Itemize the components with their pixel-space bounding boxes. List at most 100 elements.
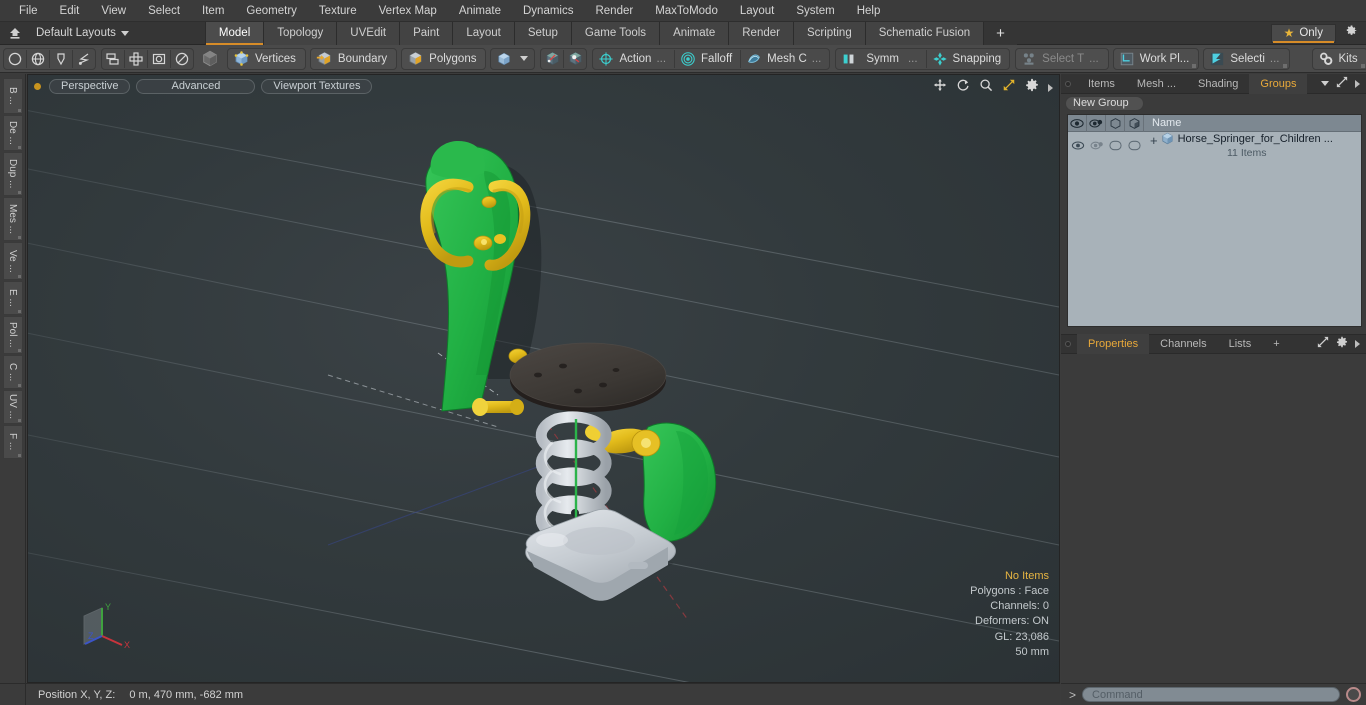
layout-tab-scripting[interactable]: Scripting [793, 21, 866, 45]
menu-item-layout[interactable]: Layout [729, 3, 786, 19]
falloff-button[interactable]: Falloff [675, 48, 740, 70]
row-shaded-toggle[interactable] [1125, 132, 1144, 158]
default-layouts-dropdown[interactable]: Default Layouts [26, 27, 137, 39]
rail-item-mesh-edit[interactable]: Mes ... [2, 197, 23, 241]
arrow-right-icon[interactable] [1355, 79, 1360, 88]
symmetry-button[interactable]: Symm ... [836, 48, 925, 70]
menu-item-edit[interactable]: Edit [49, 3, 91, 19]
shaded-cube-icon[interactable] [1125, 114, 1144, 132]
zoom-icon[interactable] [979, 78, 993, 97]
rail-item-uv[interactable]: UV ... [2, 390, 23, 424]
groups-tree[interactable]: Name + Horse_Springer_for_Children ... 1… [1067, 114, 1362, 327]
component-polygons-button[interactable]: Polygons [401, 47, 487, 70]
layout-tab-model[interactable]: Model [204, 21, 265, 45]
expand-arrow-icon[interactable] [1048, 83, 1053, 92]
panel-menu-dot-icon-2[interactable] [1065, 341, 1071, 347]
model-horse-springer[interactable] [28, 75, 1059, 682]
wire-cube-icon[interactable] [1106, 114, 1125, 132]
row-eye-icon[interactable] [1068, 132, 1087, 158]
layout-tab-uvedit[interactable]: UVEdit [337, 21, 401, 45]
fit-icon[interactable] [1002, 78, 1016, 97]
viewport-advanced-dropdown[interactable]: Advanced [136, 78, 256, 94]
rail-item-curve[interactable]: C ... [2, 355, 23, 389]
cube-small-icon[interactable] [493, 49, 515, 69]
menu-item-vertex-map[interactable]: Vertex Map [368, 3, 448, 19]
only-toggle-button[interactable]: ★ Only [1270, 23, 1336, 43]
mesh-constraint-button[interactable]: Mesh C ... [741, 48, 829, 70]
snapping-button[interactable]: Snapping [927, 48, 1010, 70]
layout-tab-topology[interactable]: Topology [264, 21, 338, 45]
chevron-down-icon[interactable] [515, 49, 532, 69]
rail-item-vertex[interactable]: Ve ... [2, 242, 23, 280]
tab-properties[interactable]: Properties [1077, 334, 1150, 354]
tab-add[interactable]: + [1262, 334, 1290, 354]
viewport-panel[interactable]: Perspective Advanced Viewport Textures N… [27, 74, 1060, 683]
layout-tab-render[interactable]: Render [729, 21, 794, 45]
circle-icon[interactable] [4, 49, 26, 69]
menu-item-render[interactable]: Render [584, 3, 644, 19]
row-content[interactable]: + Horse_Springer_for_Children ... 11 Ite… [1144, 132, 1361, 159]
selection-sets-button[interactable]: Selecti ... [1203, 47, 1290, 70]
rotate-icon[interactable] [956, 78, 970, 97]
menu-item-geometry[interactable]: Geometry [235, 3, 308, 19]
component-vertices-button[interactable]: Vertices [227, 47, 306, 70]
layout-tab-animate[interactable]: Animate [660, 21, 730, 45]
gear-icon[interactable] [1336, 335, 1348, 353]
menu-item-texture[interactable]: Texture [308, 3, 368, 19]
tab-lists[interactable]: Lists [1218, 334, 1263, 354]
chevron-down-icon[interactable] [1321, 81, 1329, 86]
kits-button[interactable]: Kits [1311, 47, 1366, 70]
expand-icon[interactable] [1317, 335, 1329, 353]
rail-item-edge[interactable]: E ... [2, 281, 23, 315]
groups-tree-body[interactable]: + Horse_Springer_for_Children ... 11 Ite… [1068, 132, 1361, 326]
menu-item-view[interactable]: View [90, 3, 137, 19]
layout-tab-game-tools[interactable]: Game Tools [571, 21, 661, 45]
box-select-icon[interactable] [102, 49, 124, 69]
menu-item-file[interactable]: File [8, 3, 49, 19]
circle-select-icon[interactable] [171, 49, 193, 69]
render-eye-icon[interactable] [1087, 114, 1106, 132]
eye-icon[interactable] [1068, 114, 1087, 132]
arrow-right-icon[interactable] [1355, 340, 1360, 348]
menu-item-select[interactable]: Select [137, 3, 191, 19]
command-input[interactable] [1082, 687, 1340, 702]
loop-select-icon[interactable] [148, 49, 170, 69]
orient-x-icon[interactable] [541, 49, 563, 69]
connected-select-icon[interactable] [125, 49, 147, 69]
expander-plus-icon[interactable]: + [1150, 134, 1158, 147]
row-render-eye-icon[interactable] [1087, 132, 1106, 158]
tab-shading[interactable]: Shading [1187, 74, 1249, 94]
properties-pane[interactable] [1061, 354, 1366, 683]
layout-tab-paint[interactable]: Paint [400, 21, 454, 45]
expand-icon[interactable] [1336, 75, 1348, 93]
pan-icon[interactable] [933, 78, 947, 97]
rail-item-fusion[interactable]: F ... [2, 425, 23, 459]
menu-item-dynamics[interactable]: Dynamics [512, 3, 584, 19]
viewport-perspective-dropdown[interactable]: Perspective [49, 78, 131, 94]
rail-item-polygon[interactable]: Pol ... [2, 316, 23, 354]
viewport-textures-dropdown[interactable]: Viewport Textures [261, 78, 373, 94]
menu-item-system[interactable]: System [785, 3, 845, 19]
menu-item-item[interactable]: Item [191, 3, 235, 19]
layout-tab-schematic-fusion[interactable]: Schematic Fusion [865, 21, 985, 45]
gear-icon[interactable] [1344, 24, 1358, 43]
panel-menu-dot-icon[interactable] [1065, 80, 1071, 87]
tab-mesh[interactable]: Mesh ... [1126, 74, 1187, 94]
rail-item-duplicate[interactable]: Dup ... [2, 152, 23, 196]
component-boundary-button[interactable]: Boundary [309, 47, 398, 70]
tab-items[interactable]: Items [1077, 74, 1126, 94]
table-row[interactable]: + Horse_Springer_for_Children ... 11 Ite… [1068, 132, 1361, 159]
home-up-icon[interactable] [4, 23, 26, 44]
row-wire-toggle[interactable] [1106, 132, 1125, 158]
tab-groups[interactable]: Groups [1249, 73, 1308, 94]
cube-icon[interactable] [199, 49, 221, 69]
viewport-settings-icon[interactable] [1025, 78, 1039, 97]
menu-item-maxtomodo[interactable]: MaxToModo [644, 3, 729, 19]
new-group-button[interactable]: New Group [1065, 95, 1144, 111]
tab-channels[interactable]: Channels [1149, 334, 1217, 354]
layout-tab-layout[interactable]: Layout [453, 21, 515, 45]
menu-item-animate[interactable]: Animate [448, 3, 512, 19]
select-through-button[interactable]: Select T ... [1015, 47, 1109, 70]
rail-item-basic[interactable]: B ... [2, 78, 23, 114]
globe-icon[interactable] [27, 49, 49, 69]
